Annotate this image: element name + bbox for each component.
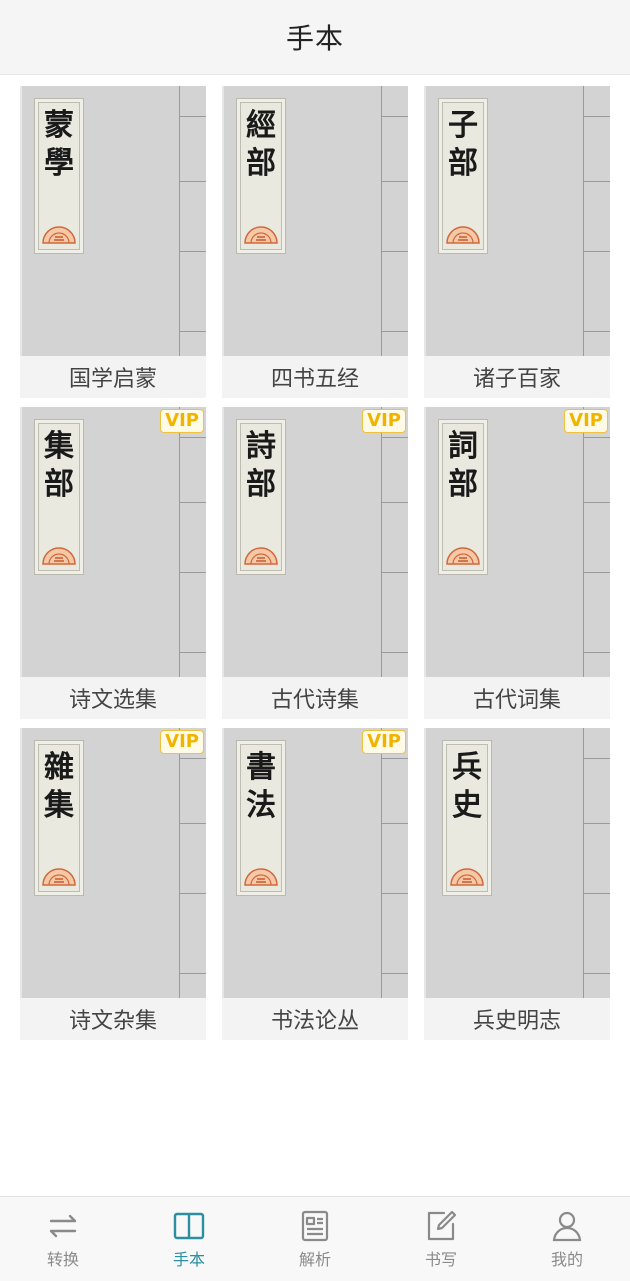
fan-seal-icon [244,868,278,886]
fan-seal-icon [42,547,76,565]
book-binding [179,728,206,998]
swap-icon [49,1214,77,1238]
book-binding [179,86,206,356]
tab-label: 解析 [298,1250,331,1269]
tab-label: 转换 [46,1250,79,1269]
book-binding [381,728,408,998]
vip-badge: VIP [362,409,406,433]
page-title: 手本 [285,22,344,55]
book-card-jingbu[interactable]: 經部 四书五经 [222,86,408,398]
tab-shouben[interactable]: 手本 [126,1197,252,1281]
fan-seal-icon [446,547,480,565]
book-caption: 诸子百家 [424,356,610,398]
user-icon [552,1211,582,1242]
pencil-icon [427,1210,457,1241]
book-card-mengxue[interactable]: 蒙學 国学启蒙 [20,86,206,398]
book-caption: 书法论丛 [222,998,408,1040]
book-binding [583,728,610,998]
title-strip: 詩部 [236,419,286,575]
book-title-chars: 詩部 [246,429,276,502]
fan-seal-icon [446,226,480,244]
book-cover: 兵史 [424,728,610,998]
title-strip: 詞部 [438,419,488,575]
book-caption: 古代词集 [424,677,610,719]
book-caption: 国学启蒙 [20,356,206,398]
book-caption: 四书五经 [222,356,408,398]
fan-seal-icon [42,226,76,244]
tab-write[interactable]: 书写 [378,1197,504,1281]
tab-analysis[interactable]: 解析 [252,1197,378,1281]
book-binding [179,407,206,677]
title-strip: 經部 [236,98,286,254]
fan-seal-icon [244,547,278,565]
bottom-tab-bar: 转换 手本 解析 书写 我的 [0,1196,630,1281]
fan-seal-icon [42,868,76,886]
title-strip: 兵史 [442,740,492,896]
document-icon [301,1210,329,1242]
tab-mine[interactable]: 我的 [504,1197,630,1281]
book-binding [583,86,610,356]
book-title-chars: 詞部 [448,429,478,502]
book-card-zaji[interactable]: 雜集 VIP 诗文杂集 [20,728,206,1040]
tab-label: 手本 [172,1250,205,1269]
fan-seal-icon [244,226,278,244]
book-cover: 集部 VIP [20,407,206,677]
book-title-chars: 子部 [448,108,478,181]
title-strip: 子部 [438,98,488,254]
book-icon [173,1212,205,1240]
vip-badge: VIP [362,730,406,754]
book-card-cibu[interactable]: 詞部 VIP 古代词集 [424,407,610,719]
tab-label: 我的 [550,1250,583,1269]
book-card-jibu[interactable]: 集部 VIP 诗文选集 [20,407,206,719]
book-card-shibu[interactable]: 詩部 VIP 古代诗集 [222,407,408,719]
book-title-chars: 書法 [246,750,276,823]
book-cover: 書法 VIP [222,728,408,998]
vip-badge: VIP [564,409,608,433]
book-caption: 诗文杂集 [20,998,206,1040]
book-title-chars: 蒙學 [44,108,74,181]
book-cover: 雜集 VIP [20,728,206,998]
book-title-chars: 雜集 [44,750,74,823]
book-caption: 古代诗集 [222,677,408,719]
vip-badge: VIP [160,730,204,754]
book-caption: 兵史明志 [424,998,610,1040]
book-cover: 經部 [222,86,408,356]
vip-badge: VIP [160,409,204,433]
book-title-chars: 兵史 [452,750,482,823]
book-cover: 子部 [424,86,610,356]
book-binding [583,407,610,677]
book-cover: 詩部 VIP [222,407,408,677]
title-strip: 集部 [34,419,84,575]
title-strip: 書法 [236,740,286,896]
title-strip: 蒙學 [34,98,84,254]
book-card-zibu[interactable]: 子部 诸子百家 [424,86,610,398]
book-cover: 蒙學 [20,86,206,356]
book-title-chars: 集部 [44,429,74,502]
book-card-bingshi[interactable]: 兵史 兵史明志 [424,728,610,1040]
book-caption: 诗文选集 [20,677,206,719]
app-header: 手本 [0,0,630,75]
book-card-shufa[interactable]: 書法 VIP 书法论丛 [222,728,408,1040]
book-binding [381,407,408,677]
tab-convert[interactable]: 转换 [0,1197,126,1281]
book-cover: 詞部 VIP [424,407,610,677]
book-title-chars: 經部 [246,108,276,181]
tab-label: 书写 [424,1250,457,1269]
fan-seal-icon [450,868,484,886]
title-strip: 雜集 [34,740,84,896]
book-binding [381,86,408,356]
